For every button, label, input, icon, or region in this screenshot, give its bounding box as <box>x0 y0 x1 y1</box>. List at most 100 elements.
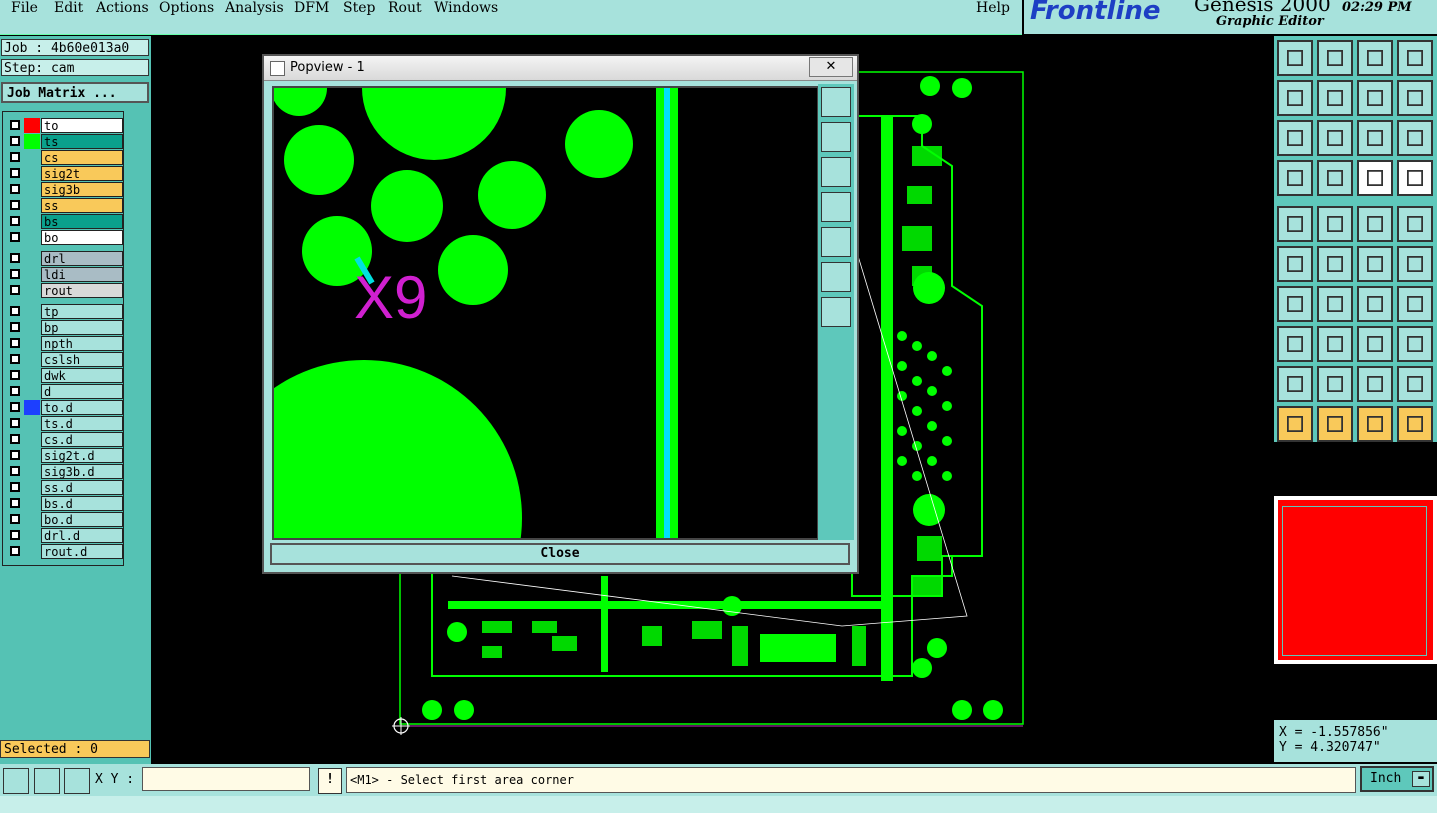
add-pad-icon[interactable] <box>1277 326 1313 362</box>
pad-icon[interactable] <box>1277 206 1313 242</box>
center-icon[interactable] <box>1317 120 1353 156</box>
shape-icon[interactable] <box>1317 206 1353 242</box>
zoom-down-icon[interactable] <box>1317 40 1353 76</box>
select-icon[interactable] <box>1277 406 1313 442</box>
popview-canvas[interactable]: X9 <box>206 16 819 676</box>
layer-name[interactable]: ss.d <box>41 480 123 495</box>
layer-row[interactable]: drl <box>5 251 123 266</box>
measure-icon[interactable] <box>34 768 60 794</box>
layer-name[interactable]: to <box>41 118 123 133</box>
triangle-icon[interactable] <box>1277 366 1313 402</box>
alert-icon[interactable]: ! <box>318 768 342 794</box>
layer-row[interactable]: ts.d <box>5 416 123 431</box>
layer-checkbox[interactable] <box>10 370 20 380</box>
layer-checkbox[interactable] <box>10 285 20 295</box>
slot-icon[interactable] <box>1317 326 1353 362</box>
layer-row[interactable]: bs <box>5 214 123 229</box>
layers-red-icon[interactable] <box>1357 160 1393 196</box>
arch-icon[interactable] <box>1397 366 1433 402</box>
layer-name[interactable]: rout.d <box>41 544 123 559</box>
select-net-icon[interactable] <box>1397 406 1433 442</box>
grid-icon[interactable] <box>1317 160 1353 196</box>
help-icon[interactable] <box>1397 120 1433 156</box>
layer-row[interactable]: cslsh <box>5 352 123 367</box>
menu-rout[interactable]: Rout <box>388 0 422 16</box>
layer-checkbox[interactable] <box>10 434 20 444</box>
layer-name[interactable]: cs.d <box>41 432 123 447</box>
layer-name[interactable]: cslsh <box>41 352 123 367</box>
layer-row[interactable]: rout <box>5 283 123 298</box>
overview-box[interactable] <box>1274 496 1437 664</box>
layer-name[interactable]: sig2t <box>41 166 123 181</box>
pan-right-icon[interactable] <box>1317 80 1353 116</box>
scale-icon[interactable] <box>1357 120 1393 156</box>
layer-checkbox[interactable] <box>10 120 20 130</box>
arc-icon[interactable] <box>1357 286 1393 322</box>
layer-row[interactable]: sig2t.d <box>5 448 123 463</box>
zoom-out-icon[interactable] <box>821 262 851 292</box>
vertex-icon[interactable] <box>1317 366 1353 402</box>
line-icon[interactable] <box>1317 286 1353 322</box>
layer-checkbox[interactable] <box>10 386 20 396</box>
layer-checkbox[interactable] <box>10 253 20 263</box>
menu-dfm[interactable]: DFM <box>294 0 329 16</box>
layer-name[interactable]: ts <box>41 134 123 149</box>
layer-row[interactable]: d <box>5 384 123 399</box>
layer-checkbox[interactable] <box>10 306 20 316</box>
zoom-fit-icon[interactable] <box>821 87 851 117</box>
close-icon[interactable]: ✕ <box>809 57 853 77</box>
layer-checkbox[interactable] <box>10 546 20 556</box>
settings-icon[interactable] <box>1277 160 1313 196</box>
layer-name[interactable]: sig3b.d <box>41 464 123 479</box>
layer-checkbox[interactable] <box>10 354 20 364</box>
layer-name[interactable]: bo.d <box>41 512 123 527</box>
move-icon[interactable] <box>1357 246 1393 282</box>
layer-row[interactable]: sig3b <box>5 182 123 197</box>
xy-input[interactable] <box>142 767 310 791</box>
ruler-icon[interactable] <box>1357 206 1393 242</box>
peak-icon[interactable] <box>1357 366 1393 402</box>
layer-row[interactable]: bo <box>5 230 123 245</box>
layer-checkbox[interactable] <box>10 269 20 279</box>
layer-row[interactable]: ss <box>5 198 123 213</box>
layer-name[interactable]: ldi <box>41 267 123 282</box>
pan-up-icon[interactable] <box>821 122 851 152</box>
menu-help[interactable]: Help <box>976 0 1010 16</box>
layer-name[interactable]: cs <box>41 150 123 165</box>
close-button[interactable]: Close <box>270 543 850 565</box>
layer-name[interactable]: bo <box>41 230 123 245</box>
layer-checkbox[interactable] <box>10 216 20 226</box>
step-icon[interactable] <box>1357 40 1393 76</box>
pan-down-icon[interactable] <box>821 157 851 187</box>
layer-checkbox[interactable] <box>10 136 20 146</box>
menu-file[interactable]: File <box>11 0 38 16</box>
layer-row[interactable]: npth <box>5 336 123 351</box>
layer-checkbox[interactable] <box>10 514 20 524</box>
menu-edit[interactable]: Edit <box>54 0 83 16</box>
grid-icon[interactable] <box>64 768 90 794</box>
layer-row[interactable]: to <box>5 118 123 133</box>
measure-icon[interactable] <box>1357 326 1393 362</box>
layer-name[interactable]: tp <box>41 304 123 319</box>
menu-analysis[interactable]: Analysis <box>225 0 284 16</box>
pan-left-icon[interactable] <box>1277 80 1313 116</box>
layer-name[interactable]: drl <box>41 251 123 266</box>
layer-row[interactable]: cs.d <box>5 432 123 447</box>
layer-checkbox[interactable] <box>10 200 20 210</box>
layer-checkbox[interactable] <box>10 498 20 508</box>
menu-step[interactable]: Step <box>343 0 375 16</box>
layer-checkbox[interactable] <box>10 418 20 428</box>
zoom-window-icon[interactable] <box>3 768 29 794</box>
layer-row[interactable]: bs.d <box>5 496 123 511</box>
layer-row[interactable]: drl.d <box>5 528 123 543</box>
pan-right-icon[interactable] <box>821 227 851 257</box>
layer-checkbox[interactable] <box>10 450 20 460</box>
snap-icon[interactable] <box>1397 80 1433 116</box>
menu-windows[interactable]: Windows <box>434 0 498 16</box>
layer-name[interactable]: bs <box>41 214 123 229</box>
connect-icon[interactable] <box>1277 246 1313 282</box>
dot-icon[interactable] <box>1397 206 1433 242</box>
layer-name[interactable]: drl.d <box>41 528 123 543</box>
layer-row[interactable]: ts <box>5 134 123 149</box>
layer-checkbox[interactable] <box>10 402 20 412</box>
